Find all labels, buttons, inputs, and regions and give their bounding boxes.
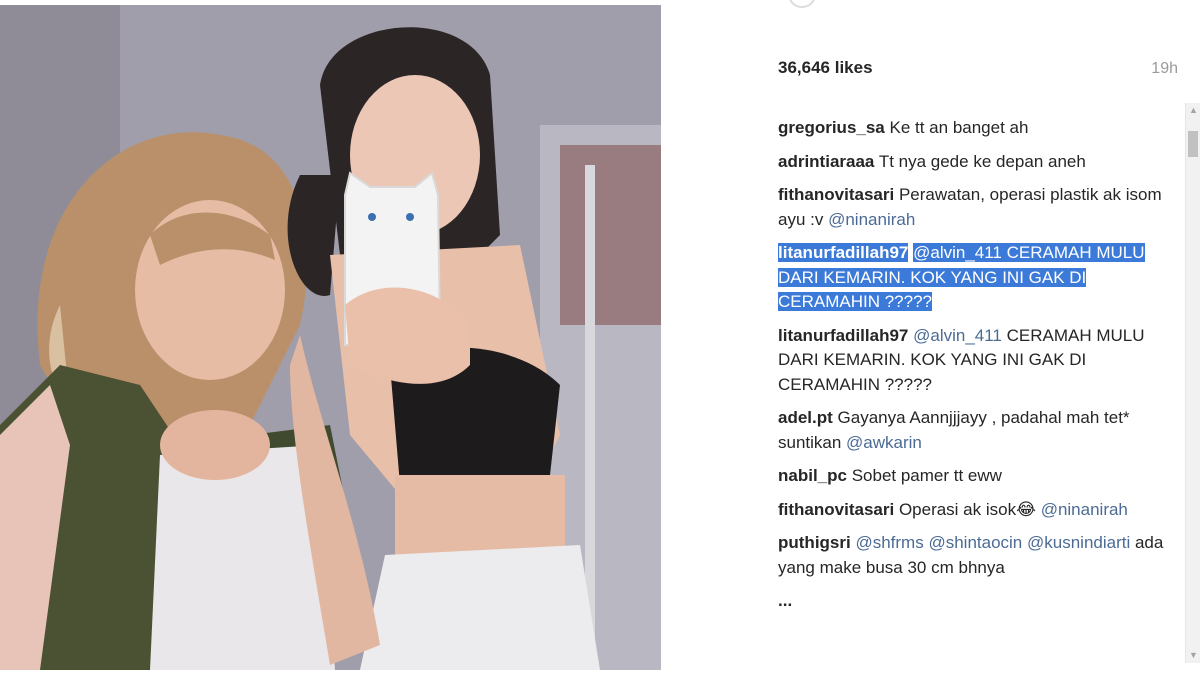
scrollbar-thumb[interactable] (1188, 131, 1198, 157)
comment-item: gregorius_sa Ke tt an banget ah (778, 116, 1173, 141)
comment-username[interactable]: fithanovitasari (778, 500, 894, 519)
comment-username[interactable]: nabil_pc (778, 466, 847, 485)
scroll-down-arrow-icon[interactable]: ▼ (1186, 648, 1200, 663)
comment-text: Operasi ak isok😂 (898, 499, 1041, 519)
comment-item: nabil_pc Sobet pamer tt eww (778, 464, 1173, 489)
comment-text: Sobet pamer tt eww (851, 466, 1002, 485)
comment-username[interactable]: litanurfadillah97 (778, 326, 908, 345)
comment-mention[interactable]: @alvin_411 (913, 243, 1002, 262)
comment-item-partial: ... (778, 589, 1173, 614)
scroll-up-arrow-icon[interactable]: ▲ (1186, 103, 1200, 118)
comment-mention[interactable]: @awkarin (846, 433, 922, 452)
post-photo[interactable] (0, 5, 661, 670)
comment-username[interactable]: ... (778, 591, 792, 610)
comment-mention[interactable]: @kusnindiarti (1027, 533, 1130, 552)
likes-count[interactable]: 36,646 likes (778, 58, 873, 78)
comment-mention[interactable]: @ninanirah (828, 210, 915, 229)
comment-item: litanurfadillah97 @alvin_411 CERAMAH MUL… (778, 324, 1173, 398)
comment-item: puthigsri @shfrms @shintaocin @kusnindia… (778, 531, 1173, 580)
comments-scrollbar[interactable]: ▲ ▼ (1185, 103, 1200, 663)
comment-item: fithanovitasari Operasi ak isok😂 @ninani… (778, 498, 1173, 523)
selfie-illustration (0, 5, 661, 670)
comment-mention[interactable]: @shfrms (855, 533, 923, 552)
comment-mention[interactable]: @ninanirah (1041, 500, 1128, 519)
comment-username[interactable]: adrintiaraaa (778, 152, 874, 171)
comment-item: adel.pt Gayanya Aannjjjayy , padahal mah… (778, 406, 1173, 455)
comment-mention[interactable]: @shintaocin (928, 533, 1022, 552)
comment-username[interactable]: fithanovitasari (778, 185, 894, 204)
comment-username[interactable]: gregorius_sa (778, 118, 885, 137)
comment-text: Tt nya gede ke depan aneh (878, 151, 1086, 171)
comment-username[interactable]: puthigsri (778, 533, 851, 552)
comment-username[interactable]: litanurfadillah97 (778, 243, 909, 262)
comment-username[interactable]: adel.pt (778, 408, 833, 427)
comments-list: gregorius_sa Ke tt an banget ah adrintia… (778, 116, 1173, 661)
post-timestamp[interactable]: 19h (1151, 60, 1178, 78)
comment-item: adrintiaraaa Tt nya gede ke depan aneh (778, 150, 1173, 175)
avatar[interactable] (789, 0, 815, 8)
comment-item-selected: litanurfadillah97 @alvin_411 CERAMAH MUL… (778, 241, 1173, 315)
comment-item: fithanovitasari Perawatan, operasi plast… (778, 183, 1173, 232)
comment-text: Ke tt an banget ah (889, 118, 1029, 137)
comment-mention[interactable]: @alvin_411 (913, 326, 1002, 345)
post-details-panel: 36,646 likes 19h gregorius_sa Ke tt an b… (661, 0, 1200, 675)
